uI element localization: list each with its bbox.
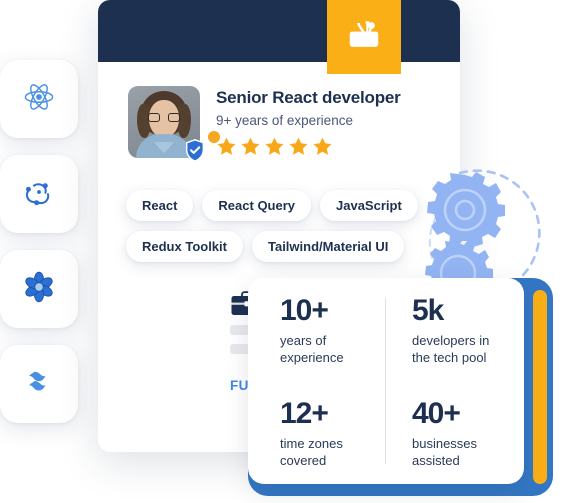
react-query-icon [22,270,56,309]
avatar [128,86,204,162]
rating-stars [216,136,401,162]
orange-dot [208,131,220,143]
skill-chip[interactable]: Tailwind/Material UI [251,231,405,262]
stat-item: 40+ businesses assisted [386,381,524,484]
tech-card-react-query[interactable] [0,250,78,328]
star-icon [264,136,285,162]
star-icon [288,136,309,162]
stat-value: 5k [412,294,444,327]
tech-card-redux[interactable] [0,155,78,233]
stat-label: years of experience [280,333,344,365]
toolbox-badge [327,0,401,74]
stat-label: time zones covered [280,436,343,468]
skill-chip-row: Redux Toolkit Tailwind/Material UI [126,231,456,262]
profile-text: Senior React developer 9+ years of exper… [216,86,401,162]
stat-value: 12+ [280,397,329,430]
skill-chips: React React Query JavaScript Redux Toolk… [126,190,456,272]
stat-value: 40+ [412,397,461,430]
stats-orange-accent [533,290,547,484]
redux-icon [22,175,56,214]
page-title: Senior React developer [216,88,401,107]
stat-item: 5k developers in the tech pool [386,296,524,381]
tech-card-tailwind[interactable] [0,345,78,423]
star-icon [240,136,261,162]
react-icon [22,80,56,119]
stat-label: developers in the tech pool [412,333,490,365]
skill-chip[interactable]: React Query [202,190,312,221]
stat-item: 10+ years of experience [248,296,386,381]
profile-subtitle: 9+ years of experience [216,112,353,128]
toolbox-icon [345,16,383,59]
skill-chip[interactable]: JavaScript [320,190,418,221]
card-header-bar [98,0,460,62]
stat-item: 12+ time zones covered [248,381,386,484]
star-icon [312,136,333,162]
skill-chip[interactable]: React [126,190,194,221]
profile-row: Senior React developer 9+ years of exper… [128,86,401,162]
skill-chip[interactable]: Redux Toolkit [126,231,243,262]
stats-card: 10+ years of experience 5k developers in… [248,278,524,484]
stat-label: businesses assisted [412,436,478,468]
illustration-stage: Senior React developer 9+ years of exper… [0,0,586,503]
verified-shield-icon [183,138,207,163]
stat-value: 10+ [280,294,329,327]
tailwind-icon [22,370,56,399]
tech-card-react[interactable] [0,60,78,138]
skill-chip-row: React React Query JavaScript [126,190,456,221]
stats-frame: 10+ years of experience 5k developers in… [248,278,553,496]
